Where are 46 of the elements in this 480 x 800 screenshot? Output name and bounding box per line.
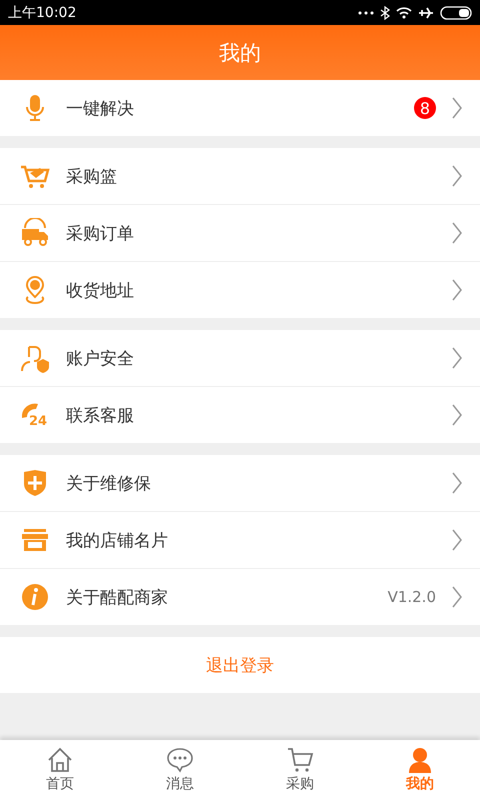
- chevron-icon: [452, 472, 462, 494]
- version-text: V1.2.0: [388, 588, 436, 606]
- menu-item-label: 账户安全: [66, 348, 135, 370]
- notification-count: 8: [414, 97, 436, 119]
- menu-item[interactable]: 采购订单: [0, 204, 480, 261]
- menu-item[interactable]: 24 联系客服: [0, 386, 480, 443]
- menu-item-label: 采购订单: [66, 222, 135, 244]
- chevron-icon: [452, 529, 462, 551]
- user-shield-icon: [20, 343, 50, 373]
- home-icon: [46, 747, 74, 773]
- menu-item[interactable]: 我的店铺名片: [0, 511, 480, 568]
- menu-item[interactable]: 账户安全: [0, 330, 480, 386]
- menu-item-label: 联系客服: [66, 404, 135, 426]
- menu-item-label: 关于酷配商家: [66, 586, 169, 608]
- menu-item-label: 采购篮: [66, 166, 118, 188]
- chevron-icon: [452, 165, 462, 187]
- chevron-icon: [452, 347, 462, 369]
- chevron-icon: [452, 586, 462, 608]
- menu-item[interactable]: 一键解决 8: [0, 80, 480, 136]
- menu-item[interactable]: 关于维修保: [0, 455, 480, 511]
- menu-item-label: 一键解决: [66, 98, 135, 120]
- chevron-icon: [452, 222, 462, 244]
- info-icon: [20, 582, 50, 612]
- menu-item[interactable]: 收货地址: [0, 261, 480, 318]
- chevron-icon: [452, 404, 462, 426]
- wifi-icon: [396, 6, 412, 18]
- status-time: 上午10:02: [8, 4, 76, 22]
- page-title: 我的: [219, 40, 261, 66]
- tab[interactable]: 消息: [120, 740, 240, 800]
- chevron-icon: [452, 97, 462, 119]
- menu-item-label: 关于维修保: [66, 472, 152, 494]
- battery-icon: [440, 6, 472, 20]
- tab[interactable]: 首页: [0, 740, 120, 800]
- more-dots-icon: [358, 10, 374, 14]
- truck-icon: [20, 218, 50, 248]
- shopping-cart-icon: [286, 747, 314, 773]
- user-icon: [406, 747, 434, 773]
- menu-item[interactable]: 采购篮: [0, 148, 480, 204]
- tab[interactable]: 采购: [240, 740, 360, 800]
- airplane-icon: [418, 6, 434, 18]
- menu-item-label: 我的店铺名片: [66, 530, 169, 552]
- menu-item[interactable]: 关于酷配商家 V1.2.0: [0, 568, 480, 625]
- bluetooth-icon: [380, 6, 390, 20]
- chat-bubble-icon: [166, 747, 194, 773]
- menu-item-label: 收货地址: [66, 280, 135, 302]
- chevron-icon: [452, 279, 462, 301]
